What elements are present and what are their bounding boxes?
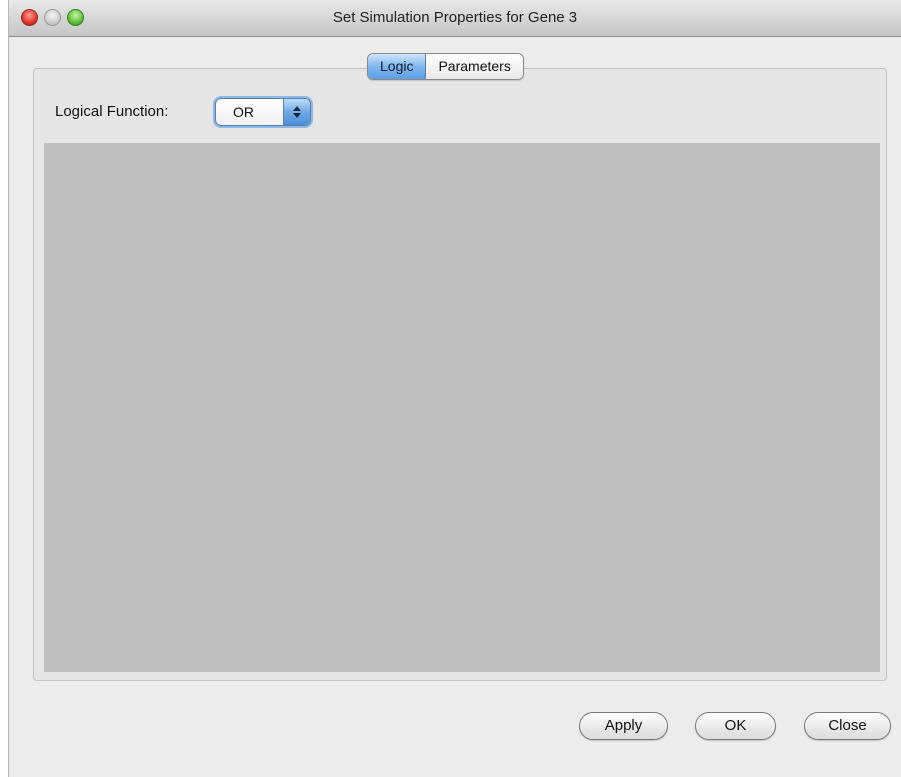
- window-title: Set Simulation Properties for Gene 3: [332, 9, 578, 26]
- dialog-window: Set Simulation Properties for Gene 3 Log…: [8, 0, 901, 777]
- ok-button[interactable]: OK: [695, 712, 776, 740]
- updown-arrows-icon: [283, 99, 310, 125]
- tab-logic[interactable]: Logic: [368, 54, 427, 79]
- logical-function-select[interactable]: OR: [215, 98, 311, 126]
- apply-button[interactable]: Apply: [579, 712, 668, 740]
- tab-bar: Logic Parameters: [367, 53, 524, 80]
- logical-function-value: OR: [233, 104, 254, 120]
- title-bar[interactable]: Set Simulation Properties for Gene 3: [9, 0, 901, 37]
- tab-parameters[interactable]: Parameters: [426, 54, 523, 79]
- close-button[interactable]: Close: [804, 712, 891, 740]
- logic-content-area: [44, 143, 880, 672]
- logical-function-label: Logical Function:: [55, 103, 169, 120]
